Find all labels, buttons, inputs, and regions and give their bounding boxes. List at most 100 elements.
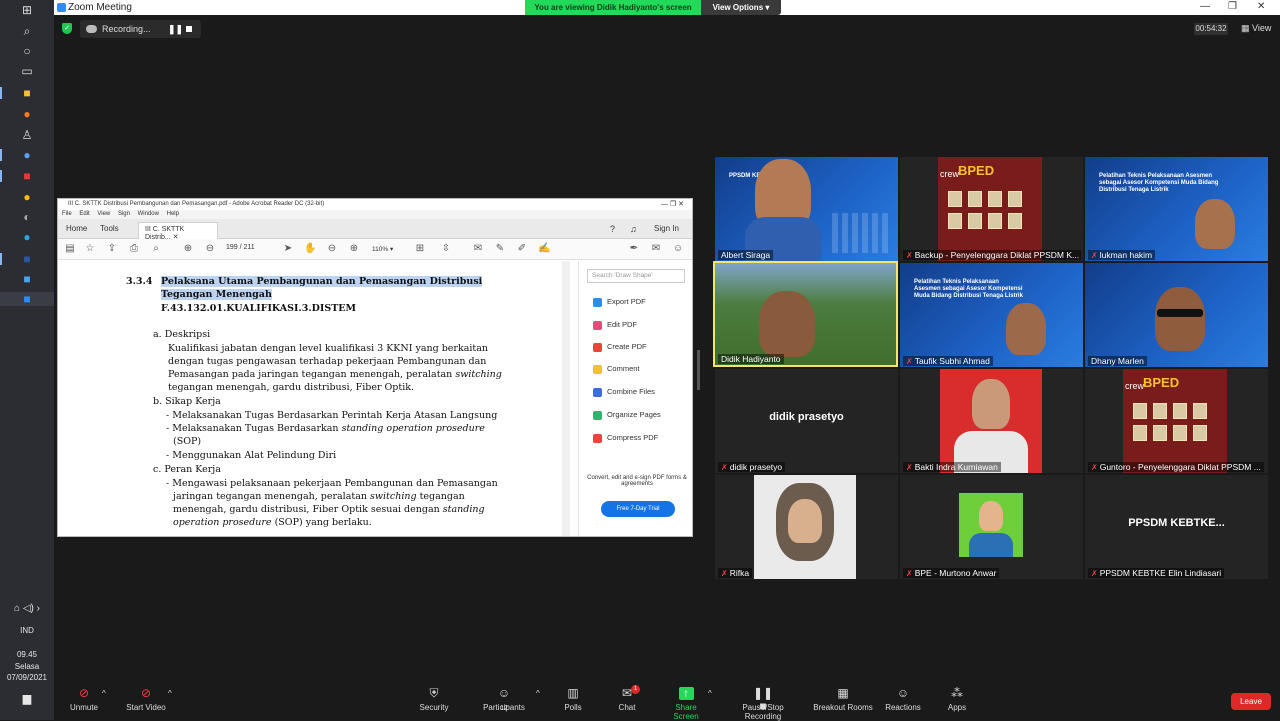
fit-page-icon[interactable]: ⊞ xyxy=(414,243,426,255)
participants-button[interactable]: ☺12 Participants xyxy=(480,687,528,713)
pause-stop-recording-button[interactable]: ❚❚ ■ Pause/Stop Recording xyxy=(723,687,803,721)
file-explorer-icon[interactable]: ■ xyxy=(18,86,36,100)
audio-options-caret[interactable]: ^ xyxy=(102,689,106,698)
zoom-level[interactable]: 110% ▾ xyxy=(372,245,393,253)
active-speaker-tile[interactable]: Didik Hadiyanto xyxy=(713,261,898,367)
menu-window[interactable]: Window xyxy=(138,211,159,217)
video-tile[interactable]: crew BPED ✗ Guntoro - Penyelenggara Dikla… xyxy=(1085,369,1268,473)
minimize-icon[interactable]: — xyxy=(1200,1,1210,12)
highlight-icon[interactable]: ✐ xyxy=(516,243,528,255)
task-view-icon[interactable]: ▭ xyxy=(18,64,36,78)
save-icon[interactable]: ▤ xyxy=(64,243,76,255)
create-pdf-item[interactable]: Create PDF xyxy=(593,342,647,352)
tab-home[interactable]: Home xyxy=(66,224,87,233)
combine-files-item[interactable]: Combine Files xyxy=(593,387,655,397)
word-icon[interactable]: ■ xyxy=(18,252,36,266)
apps-button[interactable]: ⁂ Apps xyxy=(944,687,970,713)
mail-icon[interactable]: ✉ xyxy=(650,243,662,255)
sign-icon[interactable]: ✍ xyxy=(538,243,550,255)
pdf-scrollbar[interactable] xyxy=(562,261,570,536)
video-tile[interactable]: Pelatihan Teknis Pelaksanaan Asesmen seb… xyxy=(900,263,1083,367)
prev-page-icon[interactable]: ⊕ xyxy=(182,243,194,255)
language-indicator[interactable]: IND xyxy=(0,626,54,636)
hand-icon[interactable]: ✋ xyxy=(304,243,316,255)
zoom-search-icon[interactable]: ⌕ xyxy=(150,243,162,255)
tools-search-input[interactable]: Search 'Draw Shape' xyxy=(587,269,685,283)
cursor-icon[interactable]: ➤ xyxy=(282,243,294,255)
sign-in-link[interactable]: Sign In xyxy=(654,224,679,233)
page-number[interactable]: 199 xyxy=(226,244,238,251)
menu-sign[interactable]: Sign xyxy=(118,211,130,217)
zoom-out-icon[interactable]: ⊖ xyxy=(326,243,338,255)
video-tile[interactable]: ✗ Bakti Indra Kurniawan xyxy=(900,369,1083,473)
zoom-taskbar-icon[interactable]: ■ xyxy=(0,292,54,306)
tab-tools[interactable]: Tools xyxy=(100,224,119,233)
help-icon[interactable]: ? xyxy=(610,224,615,234)
menu-file[interactable]: File xyxy=(62,211,72,217)
app-icon[interactable]: ◐ xyxy=(18,210,36,224)
reactions-button[interactable]: ☺ Reactions xyxy=(884,687,922,713)
close-icon[interactable]: ✕ xyxy=(1257,1,1265,12)
share-screen-button[interactable]: ↑ Share Screen xyxy=(662,687,710,721)
menu-view[interactable]: View xyxy=(97,211,110,217)
video-tile[interactable]: didik prasetyo ✗ didik prasetyo xyxy=(715,369,898,473)
view-button[interactable]: ▦ View xyxy=(1241,23,1271,34)
pen-icon[interactable]: ✎ xyxy=(494,243,506,255)
app-icon[interactable]: ● xyxy=(18,148,36,162)
cortana-icon[interactable]: ○ xyxy=(18,44,36,58)
leave-button[interactable]: Leave xyxy=(1231,693,1271,710)
splitter-handle[interactable] xyxy=(697,350,700,390)
tray-icons[interactable]: ⌂ ◁) › xyxy=(0,604,54,614)
firefox-icon[interactable]: ● xyxy=(18,107,36,121)
star-icon[interactable]: ☆ xyxy=(84,243,96,255)
next-page-icon[interactable]: ⊖ xyxy=(204,243,216,255)
fill-sign-icon[interactable]: ✒ xyxy=(628,243,640,255)
video-tile[interactable]: ✗ BPE - Murtono Anwar xyxy=(900,475,1083,579)
acrobat-icon[interactable]: ■ xyxy=(18,169,36,183)
share-caret[interactable]: ^ xyxy=(708,689,712,698)
upload-icon[interactable]: ⇪ xyxy=(106,243,118,255)
edit-pdf-item[interactable]: Edit PDF xyxy=(593,320,637,330)
scroll-mode-icon[interactable]: ⇳ xyxy=(440,243,452,255)
chrome-icon[interactable]: ● xyxy=(18,190,36,204)
menu-help[interactable]: Help xyxy=(167,211,179,217)
share-user-icon[interactable]: ☺ xyxy=(672,243,684,255)
edge-icon[interactable]: ● xyxy=(18,230,36,244)
notification-icon[interactable]: ▆ xyxy=(0,694,54,705)
bell-icon[interactable]: ♫ xyxy=(630,224,637,234)
comment-item[interactable]: Comment xyxy=(593,364,640,374)
acrobat-window-controls[interactable]: — ❐ ✕ xyxy=(661,200,684,208)
search-icon[interactable]: ⌕ xyxy=(18,24,36,38)
video-tile[interactable]: crew BPED ✗ Backup - Penyelenggara Diklat… xyxy=(900,157,1083,261)
unmute-button[interactable]: ⊘ Unmute xyxy=(66,687,102,713)
tab-document[interactable]: III C. SKTTK Distrib... ✕ xyxy=(138,222,218,241)
security-button[interactable]: ⛨ Security xyxy=(416,687,452,713)
video-tile[interactable]: Pelatihan Teknis Pelaksanaan Asesmen seb… xyxy=(1085,157,1268,261)
breakout-rooms-button[interactable]: ▦ Breakout Rooms xyxy=(812,687,874,713)
restore-icon[interactable]: ❐ xyxy=(1228,1,1237,12)
zoom-in-icon[interactable]: ⊕ xyxy=(348,243,360,255)
chat-button[interactable]: ✉ 1 Chat xyxy=(614,685,640,712)
menu-edit[interactable]: Edit xyxy=(79,211,89,217)
organize-pages-item[interactable]: Organize Pages xyxy=(593,410,661,420)
stop-recording-icon[interactable] xyxy=(186,26,192,32)
security-shield-icon[interactable]: ✓ xyxy=(62,23,72,34)
app-icon[interactable]: ■ xyxy=(18,272,36,286)
free-trial-button[interactable]: Free 7-Day Trial xyxy=(601,501,675,517)
pause-recording-icon[interactable]: ❚❚ xyxy=(168,20,183,38)
video-options-caret[interactable]: ^ xyxy=(168,689,172,698)
video-tile[interactable]: ✗ Rifka xyxy=(715,475,898,579)
participants-caret[interactable]: ^ xyxy=(536,689,540,698)
app-icon[interactable]: ♙ xyxy=(18,128,36,142)
start-video-button[interactable]: ⊘ Start Video xyxy=(124,687,168,713)
video-tile[interactable]: PPSDM KEBTKE... ✗ PPSDM KEBTKE Elin Lindi… xyxy=(1085,475,1268,579)
export-pdf-item[interactable]: Export PDF xyxy=(593,297,646,307)
windows-start-icon[interactable]: ⊞ xyxy=(18,3,36,17)
view-options-button[interactable]: View Options ▾ xyxy=(701,0,781,15)
print-icon[interactable]: ⎙ xyxy=(128,243,140,255)
polls-button[interactable]: ▥ Polls xyxy=(560,687,586,713)
comment-icon[interactable]: ✉ xyxy=(472,243,484,255)
video-tile[interactable]: Dhany Marlen xyxy=(1085,263,1268,367)
video-tile[interactable]: PPSDM KEBTKE Albert Siraga xyxy=(715,157,898,261)
compress-pdf-item[interactable]: Compress PDF xyxy=(593,433,658,443)
